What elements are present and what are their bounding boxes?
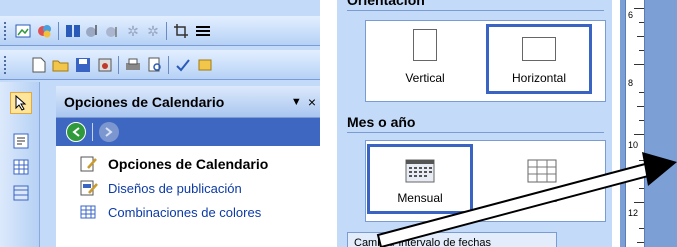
spelling-check-icon[interactable]: [174, 56, 192, 74]
new-document-icon[interactable]: [30, 56, 48, 74]
orientation-option-label: Horizontal: [511, 71, 567, 85]
toolbar-separator: [168, 56, 169, 74]
publisher-left-region: ✲ ✲ Opciones de Calendario ▼ × Opciones …: [0, 0, 320, 247]
ruler-scale: 6 8 10 12: [625, 0, 645, 247]
section-divider: [347, 132, 604, 133]
vertical-ruler[interactable]: 6 8 10 12: [620, 0, 677, 247]
orientation-option-vertical[interactable]: Vertical: [372, 24, 478, 94]
ruler-tick: [637, 242, 644, 243]
close-icon[interactable]: ×: [308, 94, 316, 110]
crop-icon[interactable]: [172, 22, 190, 40]
print-preview-icon[interactable]: [146, 56, 164, 74]
rotate-icon[interactable]: ✲: [124, 22, 142, 40]
ruler-tick: [634, 64, 644, 65]
back-arrow-icon[interactable]: [66, 122, 86, 142]
columns-icon[interactable]: [64, 22, 82, 40]
ruler-tick: [639, 92, 644, 93]
task-pane-list: Opciones de Calendario Diseños de public…: [56, 146, 320, 224]
ruler-tick: [639, 228, 644, 229]
flip-icon[interactable]: ✲: [144, 22, 162, 40]
color-fill-icon[interactable]: [36, 22, 54, 40]
ruler-tick: [637, 174, 644, 175]
toolbar-separator: [166, 22, 167, 40]
calendar-options-icon: [80, 156, 98, 172]
toolbar-separator: [118, 56, 119, 74]
line-style-icon[interactable]: [194, 22, 212, 40]
portrait-page-icon: [413, 29, 437, 61]
task-pane-title: Opciones de Calendario: [64, 93, 225, 110]
research-icon[interactable]: [196, 56, 214, 74]
permission-icon[interactable]: [96, 56, 114, 74]
orientation-options: Vertical Horizontal: [365, 20, 606, 102]
task-pane-header: Opciones de Calendario ▼ ×: [56, 86, 320, 118]
period-option-label: Mensual: [397, 191, 443, 205]
toolbar-grip-handle[interactable]: [3, 55, 7, 75]
send-backward-icon[interactable]: [104, 22, 122, 40]
period-section-title: Mes o año: [347, 114, 416, 130]
task-pane-item-publication-designs[interactable]: Diseños de publicación: [80, 176, 320, 200]
task-pane-item-label: Opciones de Calendario: [108, 156, 269, 172]
section-divider: [347, 10, 604, 11]
ruler-mark-label: 12: [628, 208, 639, 218]
period-options: Mensual Anual: [365, 140, 606, 222]
task-pane-menu-chevron-down-icon[interactable]: ▼: [291, 96, 302, 108]
task-pane-item-color-schemes[interactable]: Combinaciones de colores: [80, 200, 320, 224]
orientation-option-label: Vertical: [405, 71, 445, 85]
wordart-icon[interactable]: [10, 182, 32, 204]
ruler-tick: [639, 120, 644, 121]
ruler-tick: [639, 22, 644, 23]
ruler-tick: [639, 50, 644, 51]
text-box-icon[interactable]: [10, 130, 32, 152]
insert-table-icon[interactable]: [10, 156, 32, 178]
period-option-label: Anual: [526, 191, 558, 205]
calendar-options-panel: Orientación Vertical Horizontal Mes o añ…: [337, 0, 612, 247]
forward-arrow-icon[interactable]: [99, 122, 119, 142]
ruler-tick: [639, 188, 644, 189]
period-option-yearly[interactable]: Anual: [489, 144, 595, 214]
navigation-separator: [92, 123, 93, 141]
toolbar-separator: [58, 22, 59, 40]
save-icon[interactable]: [74, 56, 92, 74]
landscape-page-icon: [522, 37, 556, 61]
ruler-tick: [637, 106, 644, 107]
ruler-tick: [634, 8, 644, 9]
period-option-monthly[interactable]: Mensual: [367, 144, 473, 214]
print-icon[interactable]: [124, 56, 142, 74]
ruler-tick: [639, 160, 644, 161]
orientation-section-title: Orientación: [347, 0, 425, 8]
ruler-mark-label: 6: [628, 10, 634, 20]
drawing-toolbar: ✲ ✲: [0, 16, 320, 46]
color-schemes-icon: [80, 204, 98, 220]
select-pointer-icon[interactable]: [10, 92, 32, 114]
ruler-tick: [634, 134, 644, 135]
task-pane-item-calendar-options[interactable]: Opciones de Calendario: [80, 152, 320, 176]
standard-toolbar: [0, 50, 320, 80]
task-pane: Opciones de Calendario ▼ × Opciones de C…: [56, 86, 320, 247]
ruler-mark-label: 8: [628, 78, 634, 88]
ruler-tick: [637, 36, 644, 37]
yearly-calendar-icon: [527, 159, 557, 183]
task-pane-item-label: Combinaciones de colores: [108, 204, 262, 220]
orientation-option-horizontal[interactable]: Horizontal: [486, 24, 592, 94]
monthly-calendar-icon: [405, 159, 435, 183]
change-date-range-button[interactable]: Cambiar intervalo de fechas: [347, 232, 557, 247]
toolbar-grip-handle[interactable]: [3, 21, 7, 41]
bring-forward-icon[interactable]: [84, 22, 102, 40]
publication-designs-icon: [80, 180, 98, 196]
ruler-mark-label: 10: [628, 140, 639, 150]
open-folder-icon[interactable]: [52, 56, 70, 74]
objects-toolbar: [0, 82, 40, 247]
task-pane-navigation: [56, 118, 320, 146]
task-pane-item-label: Diseños de publicación: [108, 180, 242, 196]
picture-frame-icon[interactable]: [14, 22, 32, 40]
ruler-tick: [634, 202, 644, 203]
